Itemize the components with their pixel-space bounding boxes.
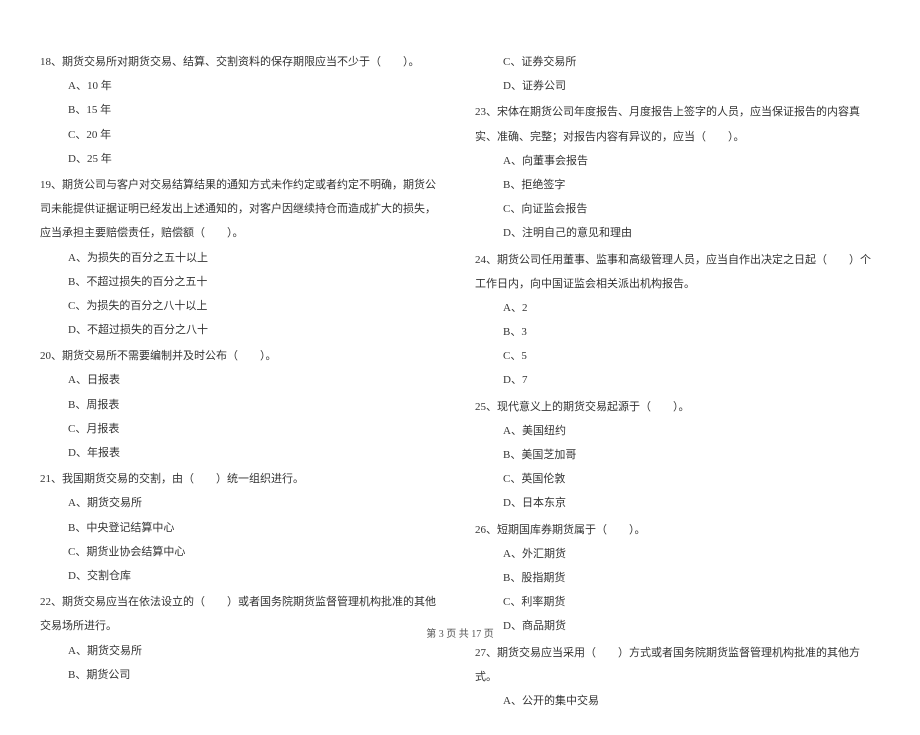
question-text: 18、期货交易所对期货交易、结算、交割资料的保存期限应当不少于（ ）。	[40, 50, 445, 74]
option-c: C、向证监会报告	[475, 197, 880, 221]
question-text: 26、短期国库券期货属于（ ）。	[475, 518, 880, 542]
question-18: 18、期货交易所对期货交易、结算、交割资料的保存期限应当不少于（ ）。 A、10…	[40, 50, 445, 171]
question-text: 21、我国期货交易的交割，由（ ）统一组织进行。	[40, 467, 445, 491]
option-c: C、证券交易所	[475, 50, 880, 74]
question-25: 25、现代意义上的期货交易起源于（ ）。 A、美国纽约 B、美国芝加哥 C、英国…	[475, 395, 880, 516]
option-a: A、期货交易所	[40, 639, 445, 663]
option-b: B、中央登记结算中心	[40, 516, 445, 540]
option-a: A、向董事会报告	[475, 149, 880, 173]
option-b: B、美国芝加哥	[475, 443, 880, 467]
option-b: B、15 年	[40, 98, 445, 122]
option-d: D、不超过损失的百分之八十	[40, 318, 445, 342]
option-a: A、外汇期货	[475, 542, 880, 566]
question-27: 27、期货交易应当采用（ ）方式或者国务院期货监督管理机构批准的其他方式。 A、…	[475, 641, 880, 714]
question-text: 20、期货交易所不需要编制并及时公布（ ）。	[40, 344, 445, 368]
option-d: D、证券公司	[475, 74, 880, 98]
page-footer: 第 3 页 共 17 页	[0, 625, 920, 640]
option-c: C、为损失的百分之八十以上	[40, 294, 445, 318]
option-b: B、拒绝签字	[475, 173, 880, 197]
option-b: B、股指期货	[475, 566, 880, 590]
option-a: A、公开的集中交易	[475, 689, 880, 713]
option-a: A、美国纽约	[475, 419, 880, 443]
option-c: C、月报表	[40, 417, 445, 441]
question-text: 19、期货公司与客户对交易结算结果的通知方式未作约定或者约定不明确，期货公司未能…	[40, 173, 445, 246]
option-d: D、日本东京	[475, 491, 880, 515]
option-d: D、注明自己的意见和理由	[475, 221, 880, 245]
option-b: B、不超过损失的百分之五十	[40, 270, 445, 294]
option-b: B、期货公司	[40, 663, 445, 687]
option-d: D、交割仓库	[40, 564, 445, 588]
left-column: 18、期货交易所对期货交易、结算、交割资料的保存期限应当不少于（ ）。 A、10…	[40, 50, 445, 715]
option-d: D、25 年	[40, 147, 445, 171]
option-a: A、10 年	[40, 74, 445, 98]
right-column: C、证券交易所 D、证券公司 23、宋体在期货公司年度报告、月度报告上签字的人员…	[475, 50, 880, 715]
question-21: 21、我国期货交易的交割，由（ ）统一组织进行。 A、期货交易所 B、中央登记结…	[40, 467, 445, 588]
option-b: B、3	[475, 320, 880, 344]
option-d: D、7	[475, 368, 880, 392]
option-a: A、2	[475, 296, 880, 320]
question-26: 26、短期国库券期货属于（ ）。 A、外汇期货 B、股指期货 C、利率期货 D、…	[475, 518, 880, 639]
option-d: D、年报表	[40, 441, 445, 465]
option-b: B、周报表	[40, 393, 445, 417]
option-c: C、利率期货	[475, 590, 880, 614]
question-19: 19、期货公司与客户对交易结算结果的通知方式未作约定或者约定不明确，期货公司未能…	[40, 173, 445, 342]
question-22-continued: C、证券交易所 D、证券公司	[475, 50, 880, 98]
question-text: 23、宋体在期货公司年度报告、月度报告上签字的人员，应当保证报告的内容真实、准确…	[475, 100, 880, 148]
option-a: A、期货交易所	[40, 491, 445, 515]
option-c: C、20 年	[40, 123, 445, 147]
question-text: 25、现代意义上的期货交易起源于（ ）。	[475, 395, 880, 419]
question-text: 24、期货公司任用董事、监事和高级管理人员，应当自作出决定之日起（ ）个工作日内…	[475, 248, 880, 296]
question-text: 27、期货交易应当采用（ ）方式或者国务院期货监督管理机构批准的其他方式。	[475, 641, 880, 689]
question-20: 20、期货交易所不需要编制并及时公布（ ）。 A、日报表 B、周报表 C、月报表…	[40, 344, 445, 465]
question-24: 24、期货公司任用董事、监事和高级管理人员，应当自作出决定之日起（ ）个工作日内…	[475, 248, 880, 393]
option-c: C、英国伦敦	[475, 467, 880, 491]
option-a: A、为损失的百分之五十以上	[40, 246, 445, 270]
question-23: 23、宋体在期货公司年度报告、月度报告上签字的人员，应当保证报告的内容真实、准确…	[475, 100, 880, 245]
option-a: A、日报表	[40, 368, 445, 392]
option-c: C、期货业协会结算中心	[40, 540, 445, 564]
option-c: C、5	[475, 344, 880, 368]
